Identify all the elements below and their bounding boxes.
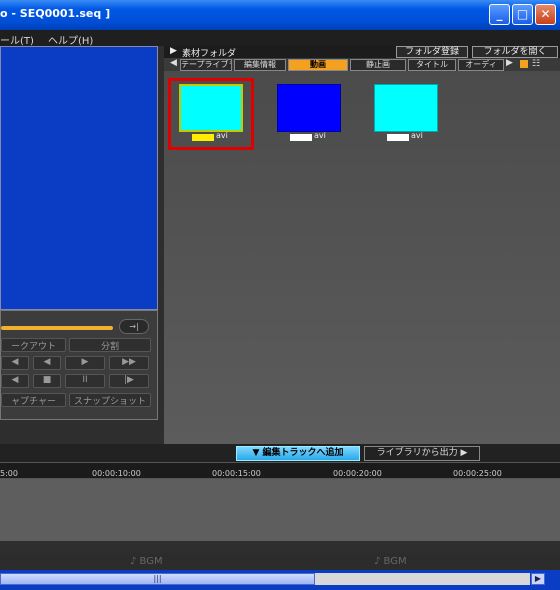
menu-tool[interactable]: ール(T) <box>0 32 34 47</box>
video-thumbnail <box>277 84 341 132</box>
open-folder-button[interactable]: フォルダを開く <box>472 46 558 58</box>
tab-tape-library[interactable]: テープライブラリ <box>180 59 232 71</box>
title-bar: o - SEQ0001.seq ] _ □ ✕ <box>0 0 560 30</box>
stop-button[interactable]: ■ <box>33 374 61 388</box>
pause-button[interactable]: II <box>65 374 105 388</box>
video-thumbnail <box>179 84 243 132</box>
thumbnail-item[interactable]: avi <box>270 84 350 148</box>
clip-tag <box>290 134 312 141</box>
action-bar: ▼ 編集トラックへ追加 ライブラリから出力 ▶ <box>0 444 560 462</box>
snapshot-button[interactable]: スナップショット <box>69 393 151 407</box>
thumbnail-item[interactable]: avi <box>367 84 447 148</box>
window-title: o - SEQ0001.seq ] <box>0 7 110 20</box>
rewind-button[interactable]: ◀ <box>1 374 29 388</box>
tabs-right-arrow-icon[interactable]: ▶ <box>506 58 513 68</box>
tab-audio[interactable]: オーディ <box>458 59 504 71</box>
step-back-button[interactable]: ◀ <box>1 356 29 370</box>
maximize-button[interactable]: □ <box>512 4 533 25</box>
thumbnail-label: avi <box>216 131 228 140</box>
video-thumbnail <box>374 84 438 132</box>
ruler-tick: 00:00:15:00 <box>212 469 261 478</box>
thumbnail-view-icon[interactable] <box>520 60 528 68</box>
tabs-left-arrow-icon[interactable]: ◀ <box>170 58 177 68</box>
list-view-icon[interactable]: ☷ <box>532 59 540 69</box>
close-button[interactable]: ✕ <box>535 4 556 25</box>
preview-screen <box>0 46 158 310</box>
timeline-ruler[interactable]: 5:00 00:00:10:00 00:00:15:00 00:00:20:00… <box>0 462 560 479</box>
capture-button[interactable]: ャプチャー <box>1 393 66 407</box>
title-filename: - SEQ0001.seq ] <box>11 7 111 20</box>
playback-slider[interactable] <box>1 326 113 330</box>
tab-still-image[interactable]: 静止画 <box>350 59 406 71</box>
ruler-tick: 00:00:25:00 <box>453 469 502 478</box>
register-folder-button[interactable]: フォルダ登録 <box>396 46 468 58</box>
thumbnail-label: avi <box>314 131 326 140</box>
material-panel: ▶ 素材フォルダ フォルダ登録 フォルダを開く ◀ テープライブラリ 編集情報 … <box>164 46 560 444</box>
clip-tag <box>387 134 409 141</box>
minimize-button[interactable]: _ <box>489 4 510 25</box>
thumbnail-label: avi <box>411 131 423 140</box>
scroll-thumb[interactable]: ||| <box>0 573 315 585</box>
folder-bar: ▶ 素材フォルダ フォルダ登録 フォルダを開く <box>164 46 560 59</box>
fast-forward-button[interactable]: ▶▶ <box>109 356 149 370</box>
ruler-tick: 00:00:20:00 <box>333 469 382 478</box>
mark-out-button[interactable]: ークアウト <box>1 338 66 352</box>
tab-edit-info[interactable]: 編集情報 <box>234 59 286 71</box>
jump-end-button[interactable]: →| <box>119 319 149 334</box>
control-panel: →| ークアウト 分割 ◀ ◀ ▶ ▶▶ ◀ ■ II |▶ ャプチャー スナッ… <box>0 310 158 420</box>
folder-toggle-icon[interactable]: ▶ <box>170 46 177 56</box>
video-track[interactable] <box>0 479 560 541</box>
ruler-tick: 5:00 <box>0 469 18 478</box>
bgm-label: ♪ BGM <box>374 556 407 567</box>
back-button[interactable]: ◀ <box>33 356 61 370</box>
step-forward-button[interactable]: |▶ <box>109 374 149 388</box>
export-from-library-button[interactable]: ライブラリから出力 ▶ <box>364 446 480 461</box>
category-tabs: ◀ テープライブラリ 編集情報 動画 静止画 タイトル オーディ ▶ ☷ <box>164 58 560 71</box>
play-button[interactable]: ▶ <box>65 356 105 370</box>
clip-tag <box>192 134 214 141</box>
title-prefix: o <box>0 7 8 20</box>
bgm-label: ♪ BGM <box>130 556 163 567</box>
scroll-right-arrow-icon[interactable]: ▶ <box>531 573 545 585</box>
ruler-tick: 00:00:10:00 <box>92 469 141 478</box>
tab-title[interactable]: タイトル <box>408 59 456 71</box>
bgm-track[interactable]: ♪ BGM ♪ BGM <box>0 553 560 570</box>
split-button[interactable]: 分割 <box>69 338 151 352</box>
thumbnail-item[interactable]: avi <box>168 78 254 150</box>
horizontal-scrollbar[interactable]: ||| ▶ <box>0 570 560 590</box>
tab-video[interactable]: 動画 <box>288 59 348 71</box>
menu-bar: ール(T) ヘルプ(H) <box>0 30 560 47</box>
app-area: →| ークアウト 分割 ◀ ◀ ▶ ▶▶ ◀ ■ II |▶ ャプチャー スナッ… <box>0 46 560 590</box>
add-to-track-button[interactable]: ▼ 編集トラックへ追加 <box>236 446 360 461</box>
menu-help[interactable]: ヘルプ(H) <box>48 32 93 47</box>
